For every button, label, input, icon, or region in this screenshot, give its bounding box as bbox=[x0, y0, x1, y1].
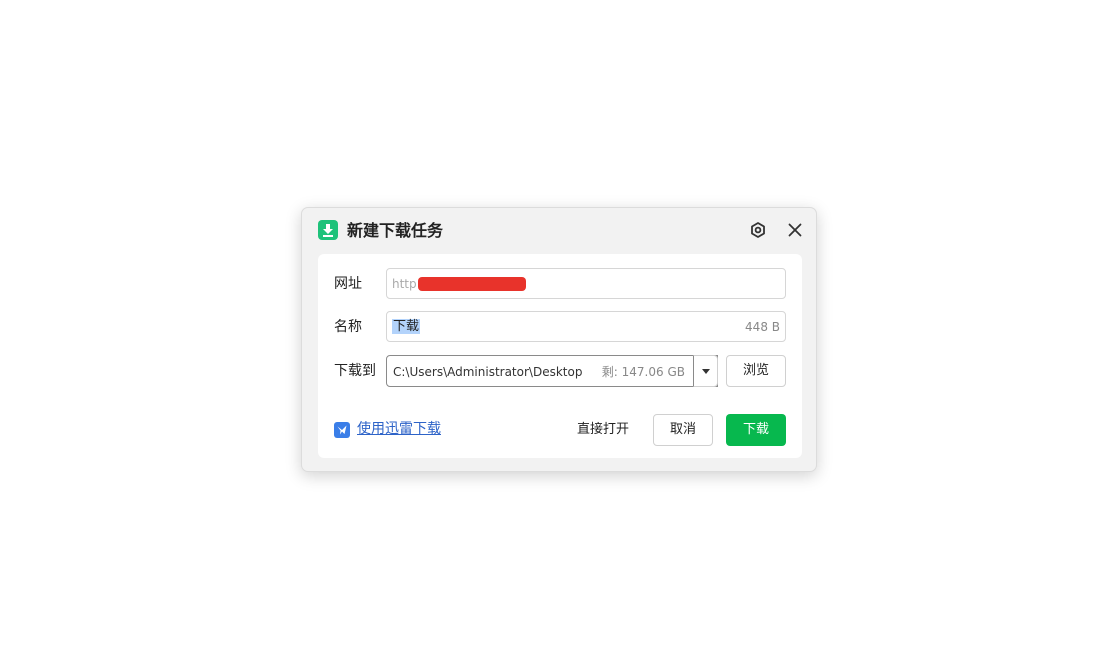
use-thunder-label: 使用迅雷下载 bbox=[357, 421, 441, 437]
settings-button[interactable] bbox=[747, 219, 769, 241]
cancel-button[interactable]: 取消 bbox=[653, 414, 713, 446]
save-path-value: C:\Users\Administrator\Desktop bbox=[393, 365, 583, 379]
close-button[interactable] bbox=[784, 219, 806, 241]
url-redacted-part bbox=[417, 276, 526, 291]
dialog-title: 新建下载任务 bbox=[347, 221, 444, 240]
name-input[interactable]: 下载 448 B bbox=[386, 311, 786, 342]
download-arrow-icon bbox=[318, 220, 338, 240]
url-label: 网址 bbox=[334, 276, 362, 292]
thunder-bird-icon bbox=[334, 422, 350, 438]
form-panel: 网址 http 名称 下载 448 B 下载到 C:\Users\Adminis… bbox=[318, 254, 802, 458]
download-button[interactable]: 下载 bbox=[726, 414, 786, 446]
url-input[interactable]: http bbox=[386, 268, 786, 299]
file-size: 448 B bbox=[745, 320, 780, 334]
open-directly-button[interactable]: 直接打开 bbox=[564, 414, 642, 446]
dialog-titlebar: 新建下载任务 bbox=[302, 208, 816, 254]
new-download-dialog: 新建下载任务 网址 http 名称 下载 448 B 下载到 C:\Users\… bbox=[301, 207, 817, 472]
name-value: 下载 bbox=[392, 319, 421, 334]
save-path-input[interactable]: C:\Users\Administrator\Desktop 剩: 147.06… bbox=[386, 355, 718, 387]
url-prefix: http bbox=[392, 277, 417, 291]
hexagon-settings-icon bbox=[751, 222, 765, 238]
chevron-down-icon bbox=[702, 369, 710, 374]
path-dropdown-button[interactable] bbox=[693, 355, 718, 387]
free-space: 剩: 147.06 GB bbox=[601, 365, 685, 379]
browse-button[interactable]: 浏览 bbox=[726, 355, 786, 387]
name-label: 名称 bbox=[334, 319, 362, 335]
close-icon bbox=[788, 223, 802, 237]
name-value-wrap: 下载 bbox=[392, 318, 421, 336]
save-to-label: 下载到 bbox=[334, 363, 376, 379]
url-value: http bbox=[392, 275, 526, 293]
